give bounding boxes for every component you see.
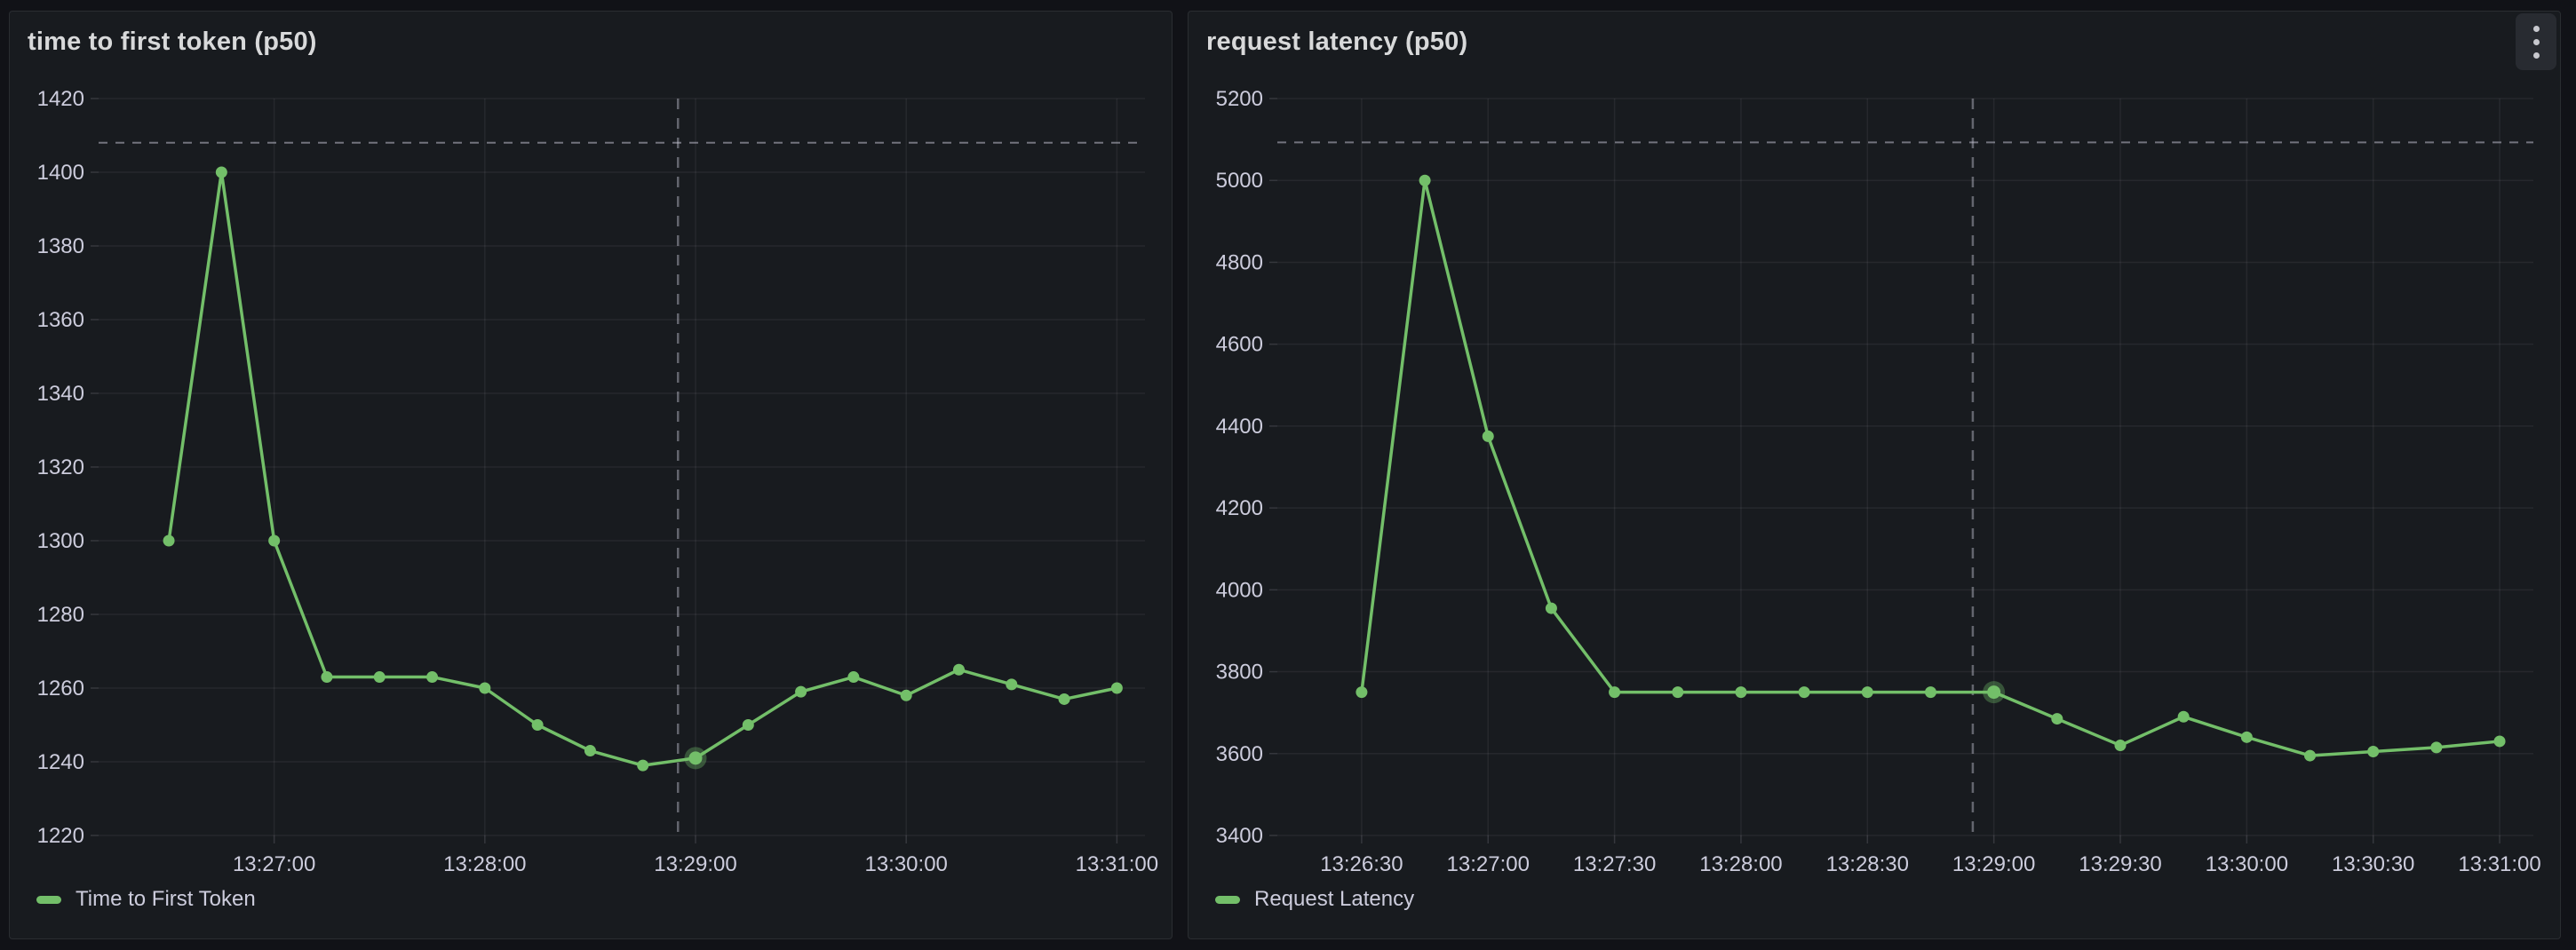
series-line <box>1362 180 2500 756</box>
y-tick-label: 5000 <box>1216 169 1263 193</box>
y-tick-label: 1340 <box>37 382 84 406</box>
x-tick-label: 13:30:30 <box>2332 852 2414 876</box>
y-tick-label: 4200 <box>1216 496 1263 520</box>
hovered-point[interactable] <box>689 751 703 764</box>
data-point <box>374 671 386 683</box>
legend-series-label: Time to First Token <box>76 887 256 912</box>
grid-lines <box>91 99 1145 843</box>
legend-item-request-latency[interactable]: Request Latency <box>1215 884 1414 914</box>
x-tick-label: 13:31:00 <box>1076 852 1158 876</box>
data-point <box>637 760 648 772</box>
data-points <box>163 167 1123 772</box>
data-point <box>532 719 544 731</box>
x-tick-label: 13:29:00 <box>654 852 736 876</box>
x-tick-label: 13:29:00 <box>1952 852 2035 876</box>
data-point <box>847 671 859 683</box>
data-point <box>953 664 965 676</box>
data-point <box>268 535 280 547</box>
x-tick-label: 13:31:00 <box>2458 852 2540 876</box>
x-tick-label: 13:28:30 <box>1826 852 1909 876</box>
y-tick-label: 3600 <box>1216 742 1263 766</box>
data-point <box>1006 678 1017 690</box>
y-tick-label: 1360 <box>37 308 84 332</box>
y-tick-label: 1320 <box>37 455 84 479</box>
x-tick-label: 13:26:30 <box>1320 852 1403 876</box>
y-tick-label: 4000 <box>1216 578 1263 602</box>
y-tick-label: 1400 <box>37 161 84 185</box>
data-point <box>1609 686 1620 698</box>
data-point <box>1419 175 1431 186</box>
legend-series-swatch <box>36 896 61 904</box>
data-point <box>1483 431 1494 442</box>
data-point <box>1799 686 1810 698</box>
hovered-point[interactable] <box>1987 685 2000 699</box>
y-tick-label: 4400 <box>1216 415 1263 439</box>
legend-series-swatch <box>1215 896 1240 904</box>
data-point <box>2241 732 2253 743</box>
y-tick-label: 4800 <box>1216 250 1263 274</box>
data-point <box>2304 750 2316 762</box>
data-point <box>163 535 175 547</box>
grid-lines <box>1269 99 2533 843</box>
y-tick-label: 3400 <box>1216 824 1263 848</box>
y-tick-label: 3800 <box>1216 661 1263 685</box>
data-point <box>743 719 754 731</box>
data-point <box>1925 686 1936 698</box>
data-point <box>795 686 807 698</box>
x-tick-label: 13:29:30 <box>2079 852 2161 876</box>
data-point <box>584 745 596 756</box>
y-tick-label: 1220 <box>37 824 84 848</box>
panel-time-to-first-token: time to first token (p50) 12201240126012… <box>9 11 1173 939</box>
data-point <box>479 683 490 694</box>
y-tick-label: 5200 <box>1216 87 1263 111</box>
y-tick-label: 1380 <box>37 234 84 258</box>
x-tick-label: 13:27:00 <box>233 852 315 876</box>
series-line <box>169 172 1117 765</box>
data-point <box>2494 735 2506 747</box>
x-tick-label: 13:28:00 <box>1699 852 1782 876</box>
data-point <box>426 671 438 683</box>
y-tick-label: 1260 <box>37 677 84 701</box>
data-point <box>1356 686 1367 698</box>
x-tick-label: 13:27:00 <box>1447 852 1530 876</box>
data-point <box>2178 711 2190 723</box>
data-point <box>321 671 332 683</box>
x-tick-label: 13:30:00 <box>864 852 947 876</box>
x-tick-label: 13:27:30 <box>1573 852 1656 876</box>
request-latency-chart-plot[interactable]: 3400 3600 3800 4000 4200 4400 4600 4800 5000 5200… <box>1189 12 2560 938</box>
data-point <box>1735 686 1746 698</box>
data-point <box>1546 603 1557 614</box>
panel-request-latency: request latency (p50) 340036003800400042… <box>1188 11 2561 939</box>
x-tick-label: 13:30:00 <box>2206 852 2288 876</box>
legend-series-label: Request Latency <box>1254 887 1414 912</box>
data-point <box>1862 686 1873 698</box>
y-tick-label: 1280 <box>37 603 84 627</box>
x-tick-label: 13:28:00 <box>443 852 526 876</box>
data-point <box>1111 683 1123 694</box>
data-point <box>1059 693 1070 705</box>
dashboard-canvas: time to first token (p50) 12201240126012… <box>0 0 2576 950</box>
data-point <box>2430 741 2442 753</box>
data-point <box>2114 740 2126 751</box>
y-tick-label: 1240 <box>37 750 84 774</box>
data-point <box>2367 746 2379 757</box>
data-point <box>901 690 912 701</box>
legend-item-time-to-first-token[interactable]: Time to First Token <box>36 884 256 914</box>
data-point <box>2051 713 2063 724</box>
y-tick-label: 1420 <box>37 87 84 111</box>
ttft-chart-plot[interactable]: 1220 1240 1260 1280 1300 1320 1340 1360 1380 1400… <box>10 12 1172 938</box>
y-tick-label: 4600 <box>1216 333 1263 357</box>
data-point <box>216 167 227 178</box>
data-point <box>1672 686 1683 698</box>
y-tick-label: 1300 <box>37 529 84 553</box>
